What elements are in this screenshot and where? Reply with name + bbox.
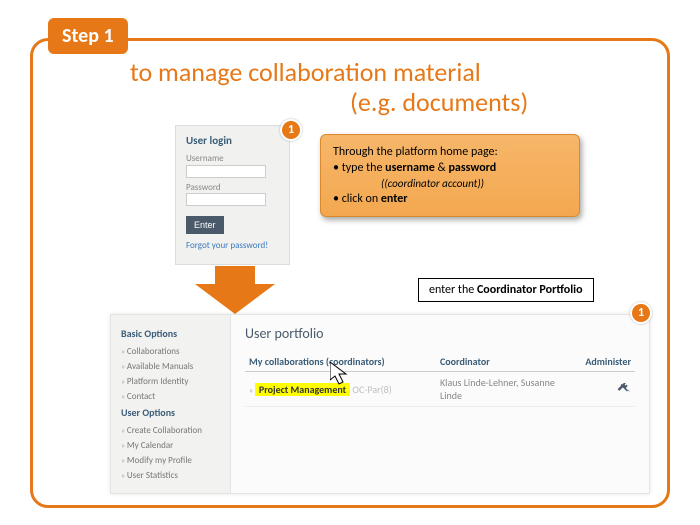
login-heading: User login: [186, 134, 279, 147]
step-badge: Step 1: [48, 18, 128, 54]
sidebar: Basic Options Collaborations Available M…: [111, 315, 231, 493]
sidebar-item-manuals[interactable]: Available Manuals: [121, 361, 220, 372]
collab-table: My collaborations (coordinators) Coordin…: [245, 352, 635, 407]
step-marker-1-portfolio: 1: [630, 302, 652, 324]
title-line-1: to manage collaboration material: [130, 56, 481, 88]
callout-subnote: ((coordinator account)): [381, 177, 567, 190]
title-line-2: (e.g. documents): [350, 86, 528, 118]
forgot-password-link[interactable]: Forgot your password!: [186, 240, 279, 251]
instruction-callout: Through the platform home page: • type t…: [320, 134, 580, 217]
enter-portfolio-note: enter the Coordinator Portfolio: [418, 278, 594, 302]
sidebar-item-identity[interactable]: Platform Identity: [121, 376, 220, 387]
sidebar-section-basic: Basic Options: [121, 327, 220, 340]
sidebar-item-calendar[interactable]: My Calendar: [121, 440, 220, 451]
administer-button[interactable]: [581, 372, 635, 407]
portfolio-title: User portfolio: [245, 325, 635, 342]
portfolio-main: User portfolio My collaborations (coordi…: [231, 315, 649, 493]
tools-icon: [617, 381, 631, 395]
col-administer: Administer: [581, 352, 635, 372]
sidebar-section-user: User Options: [121, 406, 220, 419]
password-label: Password: [186, 182, 279, 193]
down-arrow-icon: [195, 266, 275, 316]
table-header-row: My collaborations (coordinators) Coordin…: [245, 352, 635, 372]
login-panel: User login Username Password Enter Forgo…: [175, 125, 290, 265]
sidebar-item-modify-profile[interactable]: Modify my Profile: [121, 455, 220, 466]
sidebar-item-contact[interactable]: Contact: [121, 391, 220, 402]
col-my-collab: My collaborations (coordinators): [245, 352, 436, 372]
enter-button[interactable]: Enter: [186, 216, 224, 234]
sidebar-item-collaborations[interactable]: Collaborations: [121, 346, 220, 357]
col-coordinator: Coordinator: [436, 352, 581, 372]
username-label: Username: [186, 153, 279, 164]
portfolio-panel: Basic Options Collaborations Available M…: [110, 314, 650, 494]
cell-collab-name[interactable]: » Project Management OC-Par(8): [245, 372, 436, 407]
sidebar-item-statistics[interactable]: User Statistics: [121, 470, 220, 481]
callout-bullet-2: • click on enter: [333, 192, 567, 206]
callout-bullet-1: • type the username & password: [333, 161, 567, 175]
cell-coordinator: Klaus Linde-Lehner, Susanne Linde: [436, 372, 581, 407]
password-input[interactable]: [186, 193, 266, 206]
sidebar-item-create-collab[interactable]: Create Collaboration: [121, 425, 220, 436]
highlighted-project[interactable]: Project Management: [255, 383, 350, 396]
username-input[interactable]: [186, 165, 266, 178]
callout-intro: Through the platform home page:: [333, 145, 567, 159]
collab-tail: OC-Par(8): [352, 383, 391, 396]
table-row[interactable]: » Project Management OC-Par(8) Klaus Lin…: [245, 372, 635, 407]
step-marker-1-login: 1: [280, 119, 302, 141]
